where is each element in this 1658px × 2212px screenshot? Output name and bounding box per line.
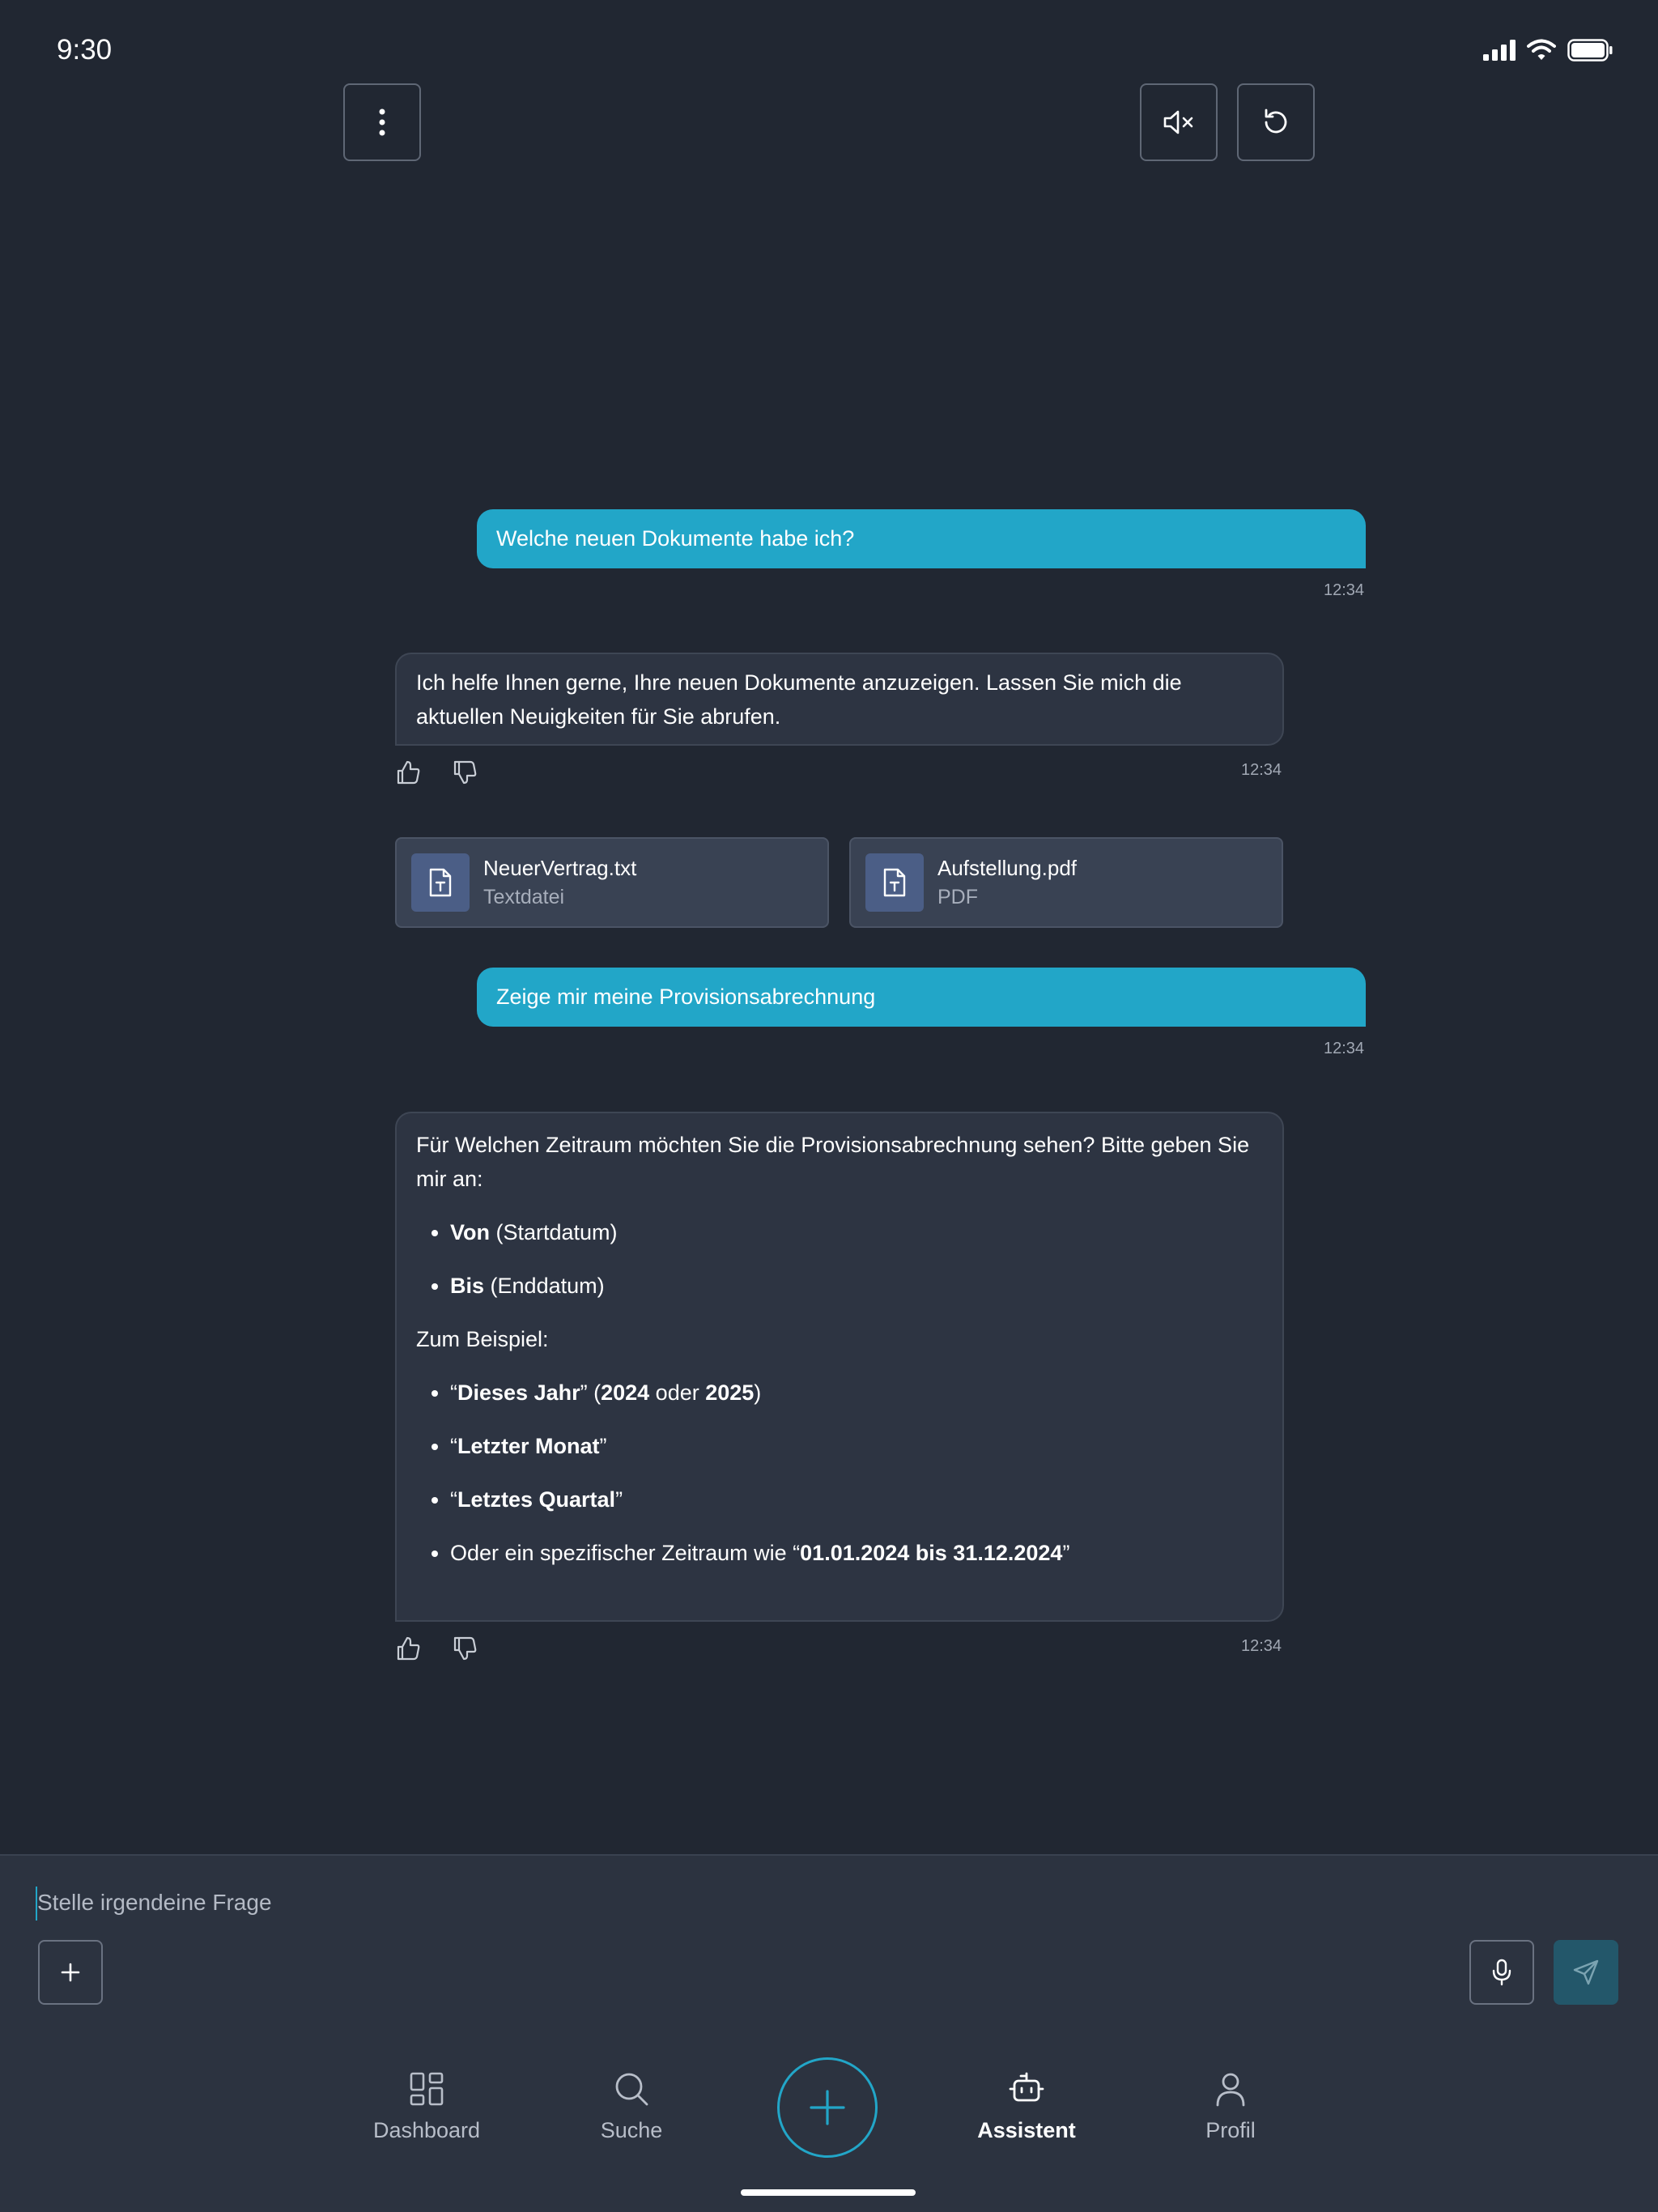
voice-input-button[interactable] bbox=[1469, 1940, 1534, 2005]
list-item: Oder ein spezifischer Zeitraum wie “01.0… bbox=[450, 1536, 1263, 1570]
grid-icon bbox=[409, 2071, 444, 2107]
status-icons bbox=[1483, 39, 1613, 62]
thumbs-down-icon[interactable] bbox=[452, 1636, 478, 1661]
message-timestamp: 12:34 bbox=[1324, 1040, 1365, 1057]
example-list: “Dieses Jahr” (2024 oder 2025) “Letzter … bbox=[416, 1376, 1263, 1570]
file-type: PDF bbox=[937, 886, 978, 908]
user-message: Zeige mir meine Provisionsabrechnung bbox=[477, 968, 1366, 1027]
plus-icon bbox=[808, 2088, 847, 2127]
battery-icon bbox=[1567, 39, 1613, 62]
more-vertical-icon bbox=[378, 108, 386, 136]
assistant-message-text: Ich helfe Ihnen gerne, Ihre neuen Dokume… bbox=[416, 670, 1182, 729]
volume-muted-icon bbox=[1163, 108, 1195, 136]
nav-item-dashboard[interactable]: Dashboard bbox=[346, 2071, 508, 2143]
thumbs-down-icon[interactable] bbox=[452, 759, 478, 785]
file-card[interactable]: Aufstellung.pdf PDF bbox=[849, 837, 1283, 928]
nav-item-profile[interactable]: Profil bbox=[1150, 2071, 1312, 2143]
file-type: Textdatei bbox=[483, 886, 565, 908]
plus-icon bbox=[60, 1962, 81, 1983]
file-text-icon bbox=[411, 853, 470, 912]
nav-label: Dashboard bbox=[372, 2118, 481, 2142]
date-field-list: Von (Startdatum) Bis (Enddatum) bbox=[416, 1215, 1263, 1303]
signal-icon bbox=[1483, 40, 1516, 61]
user-message-text: Welche neuen Dokumente habe ich? bbox=[496, 526, 855, 551]
search-icon bbox=[614, 2071, 649, 2107]
user-icon bbox=[1213, 2071, 1248, 2107]
user-message: Welche neuen Dokumente habe ich? bbox=[477, 509, 1366, 568]
rotate-ccw-icon bbox=[1261, 107, 1291, 138]
microphone-icon bbox=[1491, 1959, 1512, 1986]
message-input[interactable] bbox=[37, 1885, 1414, 1921]
attach-button[interactable] bbox=[38, 1940, 103, 2005]
status-time: 9:30 bbox=[57, 34, 113, 66]
file-card[interactable]: NeuerVertrag.txt Textdatei bbox=[395, 837, 829, 928]
nav-label: Assistent bbox=[977, 2118, 1076, 2142]
list-item: Von (Startdatum) bbox=[450, 1215, 1263, 1249]
assistant-message-intro: Für Welchen Zeitraum möchten Sie die Pro… bbox=[416, 1133, 1250, 1191]
home-indicator bbox=[741, 2189, 916, 2196]
new-action-button[interactable] bbox=[777, 2057, 878, 2158]
nav-item-search[interactable]: Suche bbox=[551, 2071, 712, 2143]
mute-button[interactable] bbox=[1140, 83, 1218, 161]
robot-icon bbox=[1009, 2071, 1044, 2107]
feedback-actions bbox=[395, 1636, 478, 1661]
list-item: Bis (Enddatum) bbox=[450, 1269, 1263, 1303]
example-heading: Zum Beispiel: bbox=[416, 1327, 549, 1351]
assistant-message: Ich helfe Ihnen gerne, Ihre neuen Dokume… bbox=[395, 653, 1284, 746]
thumbs-up-icon[interactable] bbox=[395, 1636, 421, 1661]
send-button[interactable] bbox=[1554, 1940, 1618, 2005]
assistant-message: Für Welchen Zeitraum möchten Sie die Pro… bbox=[395, 1112, 1284, 1622]
composer-panel bbox=[0, 1854, 1658, 2037]
file-name: NeuerVertrag.txt bbox=[483, 856, 637, 880]
feedback-actions bbox=[395, 759, 478, 785]
nav-label: Profil bbox=[1205, 2118, 1256, 2142]
nav-item-assistant[interactable]: Assistent bbox=[946, 2071, 1107, 2143]
wifi-icon bbox=[1527, 39, 1556, 62]
nav-label: Suche bbox=[600, 2118, 663, 2142]
list-item: “Letztes Quartal” bbox=[450, 1482, 1263, 1516]
reset-button[interactable] bbox=[1237, 83, 1315, 161]
list-item: “Dieses Jahr” (2024 oder 2025) bbox=[450, 1376, 1263, 1410]
thumbs-up-icon[interactable] bbox=[395, 759, 421, 785]
message-timestamp: 12:34 bbox=[1241, 761, 1282, 779]
message-timestamp: 12:34 bbox=[1324, 581, 1365, 599]
file-text-icon bbox=[865, 853, 924, 912]
send-icon bbox=[1572, 1959, 1600, 1986]
list-item: “Letzter Monat” bbox=[450, 1429, 1263, 1463]
user-message-text: Zeige mir meine Provisionsabrechnung bbox=[496, 985, 876, 1009]
more-options-button[interactable] bbox=[343, 83, 421, 161]
file-name: Aufstellung.pdf bbox=[937, 856, 1078, 880]
message-timestamp: 12:34 bbox=[1241, 1637, 1282, 1655]
